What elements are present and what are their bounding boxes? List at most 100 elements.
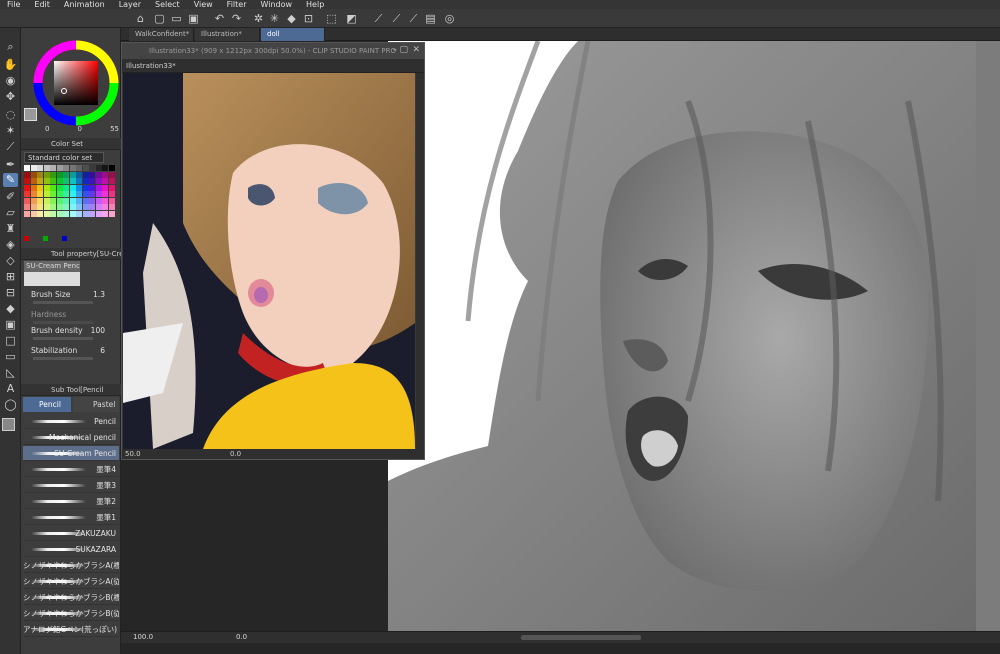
- stabilization-value[interactable]: 6: [100, 346, 105, 355]
- color-swatch[interactable]: [50, 197, 56, 204]
- color-swatch[interactable]: [95, 184, 102, 191]
- color-swatch[interactable]: [43, 197, 50, 204]
- menu-layer[interactable]: Layer: [112, 0, 148, 9]
- color-swatch[interactable]: [56, 191, 63, 197]
- color-swatch[interactable]: [56, 210, 63, 217]
- close-icon[interactable]: ✕: [412, 45, 420, 55]
- grid-snap-icon[interactable]: ⟋: [407, 12, 420, 25]
- color-swatch[interactable]: [63, 171, 69, 178]
- brush-density-slider[interactable]: [33, 337, 93, 340]
- subtool-item[interactable]: 墨筆1: [23, 510, 119, 525]
- text-icon[interactable]: A: [3, 382, 18, 396]
- color-swatch[interactable]: [95, 171, 102, 178]
- color-swatch[interactable]: [69, 178, 76, 184]
- subtool-item[interactable]: SU-Cream Pencil: [23, 446, 119, 461]
- color-swatch[interactable]: [50, 171, 56, 178]
- color-swatch[interactable]: [37, 210, 43, 217]
- color-swatch[interactable]: [50, 184, 56, 191]
- color-swatch[interactable]: [50, 210, 56, 217]
- color-swatch[interactable]: [43, 210, 50, 217]
- color-swatch[interactable]: [69, 171, 76, 178]
- color-swatch[interactable]: [82, 210, 89, 217]
- color-swatch[interactable]: [89, 210, 95, 217]
- menu-filter[interactable]: Filter: [220, 0, 254, 9]
- color-swatch[interactable]: [43, 178, 50, 184]
- color-swatch[interactable]: [56, 204, 63, 210]
- brush-density-row[interactable]: Brush density 100: [25, 324, 119, 346]
- deselect-icon[interactable]: ⬚: [325, 12, 338, 25]
- color-swatch[interactable]: [69, 165, 76, 171]
- color-swatch[interactable]: [43, 171, 50, 178]
- eraser-icon[interactable]: ▱: [3, 206, 18, 220]
- brush-icon[interactable]: ✐: [3, 190, 18, 204]
- color-swatch[interactable]: [30, 171, 37, 178]
- color-swatch[interactable]: [50, 191, 56, 197]
- color-swatch[interactable]: [102, 171, 108, 178]
- ruler-snap-icon[interactable]: ⟋: [372, 12, 385, 25]
- color-swatch[interactable]: [37, 178, 43, 184]
- blend-icon[interactable]: ♜: [3, 222, 18, 236]
- special-ruler-snap-icon[interactable]: ⟋: [390, 12, 403, 25]
- color-swatch[interactable]: [108, 191, 115, 197]
- ruler-icon[interactable]: ⊟: [3, 286, 18, 300]
- color-swatch[interactable]: [102, 191, 108, 197]
- color-swatch[interactable]: [50, 204, 56, 210]
- invert-selection-icon[interactable]: ◩: [345, 12, 358, 25]
- color-swatch[interactable]: [89, 191, 95, 197]
- color-swatch[interactable]: [95, 204, 102, 210]
- line-icon[interactable]: ◺: [3, 366, 18, 380]
- tab-illustration[interactable]: Illustration*: [195, 28, 260, 41]
- color-swatch[interactable]: [89, 204, 95, 210]
- wand-icon[interactable]: ✶: [3, 124, 18, 138]
- color-swatch[interactable]: [89, 197, 95, 204]
- color-set-select[interactable]: Standard color set: [24, 152, 104, 163]
- color-swatch[interactable]: [89, 171, 95, 178]
- tab-pencil[interactable]: Pencil: [23, 397, 71, 412]
- zoom-icon[interactable]: ◉: [3, 74, 18, 88]
- color-swatch[interactable]: [76, 165, 82, 171]
- color-swatch[interactable]: [24, 204, 30, 210]
- color-swatch[interactable]: [89, 184, 95, 191]
- color-swatch[interactable]: [30, 178, 37, 184]
- color-swatch[interactable]: [37, 184, 43, 191]
- color-swatch[interactable]: [82, 191, 89, 197]
- color-swatch[interactable]: [89, 178, 95, 184]
- color-swatch[interactable]: [76, 184, 82, 191]
- color-swatch[interactable]: [69, 210, 76, 217]
- menu-file[interactable]: File: [0, 0, 27, 9]
- color-swatch[interactable]: [30, 184, 37, 191]
- reference-window-tab[interactable]: Illustration33*: [122, 59, 424, 73]
- color-swatch[interactable]: [102, 178, 108, 184]
- color-swatch[interactable]: [76, 178, 82, 184]
- lasso-icon[interactable]: ◌: [3, 108, 18, 122]
- color-swatch[interactable]: [69, 184, 76, 191]
- color-swatch[interactable]: [63, 191, 69, 197]
- brush-size-value[interactable]: 1.3: [93, 290, 105, 299]
- color-swatch[interactable]: [24, 165, 30, 171]
- subtool-item[interactable]: アナログ鉛Gペン(荒っぽい): [23, 622, 119, 637]
- color-swatch[interactable]: [82, 204, 89, 210]
- color-swatch[interactable]: [63, 178, 69, 184]
- color-swatch[interactable]: [56, 171, 63, 178]
- color-swatch[interactable]: [30, 210, 37, 217]
- tab-pastel[interactable]: Pastel: [73, 397, 119, 412]
- color-swatch[interactable]: [102, 210, 108, 217]
- reference-window-title[interactable]: Illustration33* (909 x 1212px 300dpi 50.…: [122, 43, 424, 59]
- color-swatch[interactable]: [95, 165, 102, 171]
- color-swatch[interactable]: [102, 204, 108, 210]
- tab-doll[interactable]: doll: [261, 28, 325, 41]
- home-icon[interactable]: ⌂: [134, 12, 147, 25]
- main-canvas[interactable]: [388, 41, 1000, 631]
- reference-angle-value[interactable]: 0.0: [230, 449, 241, 459]
- color-swatch[interactable]: [108, 197, 115, 204]
- clear-outside-icon[interactable]: ✳: [268, 12, 281, 25]
- color-swatch[interactable]: [56, 184, 63, 191]
- color-swatch[interactable]: [30, 191, 37, 197]
- brush-size-slider[interactable]: [33, 301, 93, 304]
- hand-icon[interactable]: ✋: [3, 58, 18, 72]
- canvas-zoom-value[interactable]: 100.0: [133, 633, 153, 641]
- blue-chip-icon[interactable]: [62, 236, 67, 241]
- companion-icon[interactable]: ◎: [443, 12, 456, 25]
- subtool-item[interactable]: シノザキやわらかブラシA(従): [23, 574, 119, 589]
- green-chip-icon[interactable]: [43, 236, 48, 241]
